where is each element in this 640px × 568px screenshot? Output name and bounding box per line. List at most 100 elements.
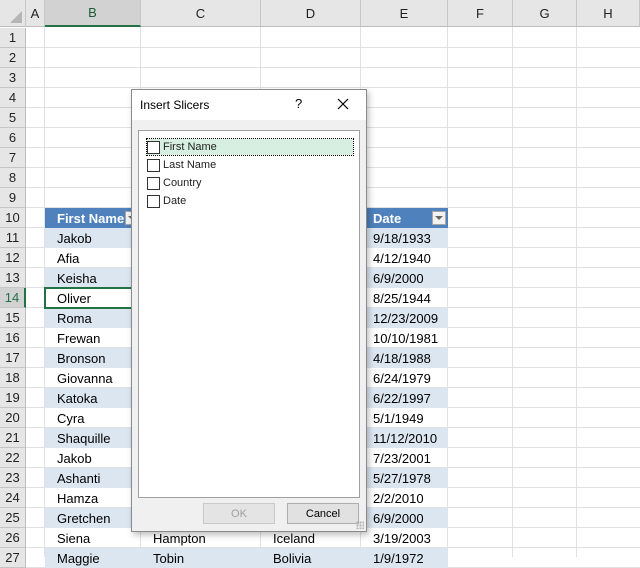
cancel-button[interactable]: Cancel (287, 503, 359, 524)
dialog-title-bar[interactable]: Insert Slicers ? (132, 90, 366, 120)
country-checkbox[interactable] (147, 176, 160, 190)
date-cell[interactable]: 4/12/1940 (361, 248, 448, 268)
select-all-button[interactable] (0, 0, 26, 27)
row-header-1[interactable]: 1 (0, 28, 26, 48)
row-header-15[interactable]: 15 (0, 308, 26, 328)
row-header-10[interactable]: 10 (0, 208, 26, 228)
row-header-7[interactable]: 7 (0, 148, 26, 168)
date-cell[interactable]: 1/9/1972 (361, 548, 448, 568)
row-header-11[interactable]: 11 (0, 228, 26, 248)
row-header-16[interactable]: 16 (0, 328, 26, 348)
first-name-cell[interactable]: Jakob (45, 228, 141, 248)
column-header-c[interactable]: C (141, 0, 261, 27)
first-name-cell[interactable]: Frewan (45, 328, 141, 348)
date-cell[interactable]: 6/9/2000 (361, 268, 448, 288)
date-cell[interactable]: 8/25/1944 (361, 288, 448, 308)
field-label: Last Name (163, 159, 217, 171)
date-cell[interactable]: 4/18/1988 (361, 348, 448, 368)
date-cell[interactable]: 10/10/1981 (361, 328, 448, 348)
close-button[interactable] (333, 94, 353, 114)
resize-grip[interactable] (356, 521, 364, 529)
last-name-cell[interactable]: Tobin (141, 548, 261, 568)
column-header-d[interactable]: D (261, 0, 361, 27)
date-cell[interactable]: 6/9/2000 (361, 508, 448, 528)
first-name-cell[interactable]: Keisha (45, 268, 141, 288)
date-cell[interactable]: 3/19/2003 (361, 528, 448, 548)
first-name-cell[interactable]: Gretchen (45, 508, 141, 528)
row-header-2[interactable]: 2 (0, 48, 26, 68)
first-name-cell[interactable]: Roma (45, 308, 141, 328)
table-header-first-name[interactable]: First Name (45, 208, 141, 228)
row-header-9[interactable]: 9 (0, 188, 26, 208)
row-header-27[interactable]: 27 (0, 548, 26, 568)
first-name-cell[interactable]: Cyra (45, 408, 141, 428)
field-item-date[interactable]: Date (147, 193, 353, 209)
gridline (26, 67, 640, 68)
column-header-e[interactable]: E (361, 0, 448, 27)
date-cell[interactable]: 5/1/1949 (361, 408, 448, 428)
date-cell[interactable]: 9/18/1933 (361, 228, 448, 248)
dialog-title: Insert Slicers (140, 98, 210, 112)
close-icon (337, 98, 349, 110)
insert-slicers-dialog: Insert Slicers ? First Name Last Name Co… (131, 89, 367, 532)
row-header-3[interactable]: 3 (0, 68, 26, 88)
date-checkbox[interactable] (147, 194, 160, 208)
gridline (576, 27, 577, 557)
first-name-cell[interactable]: Afia (45, 248, 141, 268)
first-name-cell[interactable]: Ashanti (45, 468, 141, 488)
row-header-24[interactable]: 24 (0, 488, 26, 508)
row-header-22[interactable]: 22 (0, 448, 26, 468)
country-cell[interactable]: Bolivia (261, 548, 361, 568)
row-header-13[interactable]: 13 (0, 268, 26, 288)
table-header-date[interactable]: Date (361, 208, 448, 228)
row-header-18[interactable]: 18 (0, 368, 26, 388)
filter-dropdown-button[interactable] (432, 211, 446, 225)
column-header-b[interactable]: B (45, 0, 141, 27)
first-name-cell[interactable]: Maggie (45, 548, 141, 568)
row-header-25[interactable]: 25 (0, 508, 26, 528)
row-header-19[interactable]: 19 (0, 388, 26, 408)
field-label: Date (163, 195, 187, 207)
first-name-cell[interactable]: Giovanna (45, 368, 141, 388)
date-cell[interactable]: 11/12/2010 (361, 428, 448, 448)
field-item-country[interactable]: Country (147, 175, 353, 191)
row-header-17[interactable]: 17 (0, 348, 26, 368)
row-header-5[interactable]: 5 (0, 108, 26, 128)
first-name-cell[interactable]: Bronson (45, 348, 141, 368)
field-item-last-name[interactable]: Last Name (147, 157, 353, 173)
first-name-cell[interactable]: Hamza (45, 488, 141, 508)
row-header-26[interactable]: 26 (0, 528, 26, 548)
last-name-checkbox[interactable] (147, 158, 160, 172)
row-header-6[interactable]: 6 (0, 128, 26, 148)
first-name-cell[interactable]: Jakob (45, 448, 141, 468)
column-header-h[interactable]: H (577, 0, 640, 27)
gridline (26, 87, 640, 88)
first-name-cell[interactable]: Shaquille (45, 428, 141, 448)
row-header-23[interactable]: 23 (0, 468, 26, 488)
column-header-f[interactable]: F (448, 0, 513, 27)
first-name-cell[interactable]: Katoka (45, 388, 141, 408)
field-label: Country (163, 177, 202, 189)
column-header-g[interactable]: G (513, 0, 577, 27)
row-header-14[interactable]: 14 (0, 288, 26, 308)
first-name-checkbox[interactable] (147, 140, 160, 154)
row-header-20[interactable]: 20 (0, 408, 26, 428)
row-header-4[interactable]: 4 (0, 88, 26, 108)
row-header-12[interactable]: 12 (0, 248, 26, 268)
date-cell[interactable]: 2/2/2010 (361, 488, 448, 508)
gridline (512, 27, 513, 557)
field-item-first-name[interactable]: First Name (146, 138, 354, 156)
gridline (26, 47, 640, 48)
row-header-21[interactable]: 21 (0, 428, 26, 448)
date-cell[interactable]: 5/27/1978 (361, 468, 448, 488)
date-cell[interactable]: 6/22/1997 (361, 388, 448, 408)
first-name-cell[interactable]: Siena (45, 528, 141, 548)
ok-button[interactable]: OK (203, 503, 275, 524)
date-cell[interactable]: 12/23/2009 (361, 308, 448, 328)
help-button[interactable]: ? (295, 96, 302, 111)
slicer-field-list[interactable]: First Name Last Name Country Date (138, 130, 360, 498)
date-cell[interactable]: 7/23/2001 (361, 448, 448, 468)
column-header-a[interactable]: A (26, 0, 45, 27)
row-header-8[interactable]: 8 (0, 168, 26, 188)
date-cell[interactable]: 6/24/1979 (361, 368, 448, 388)
